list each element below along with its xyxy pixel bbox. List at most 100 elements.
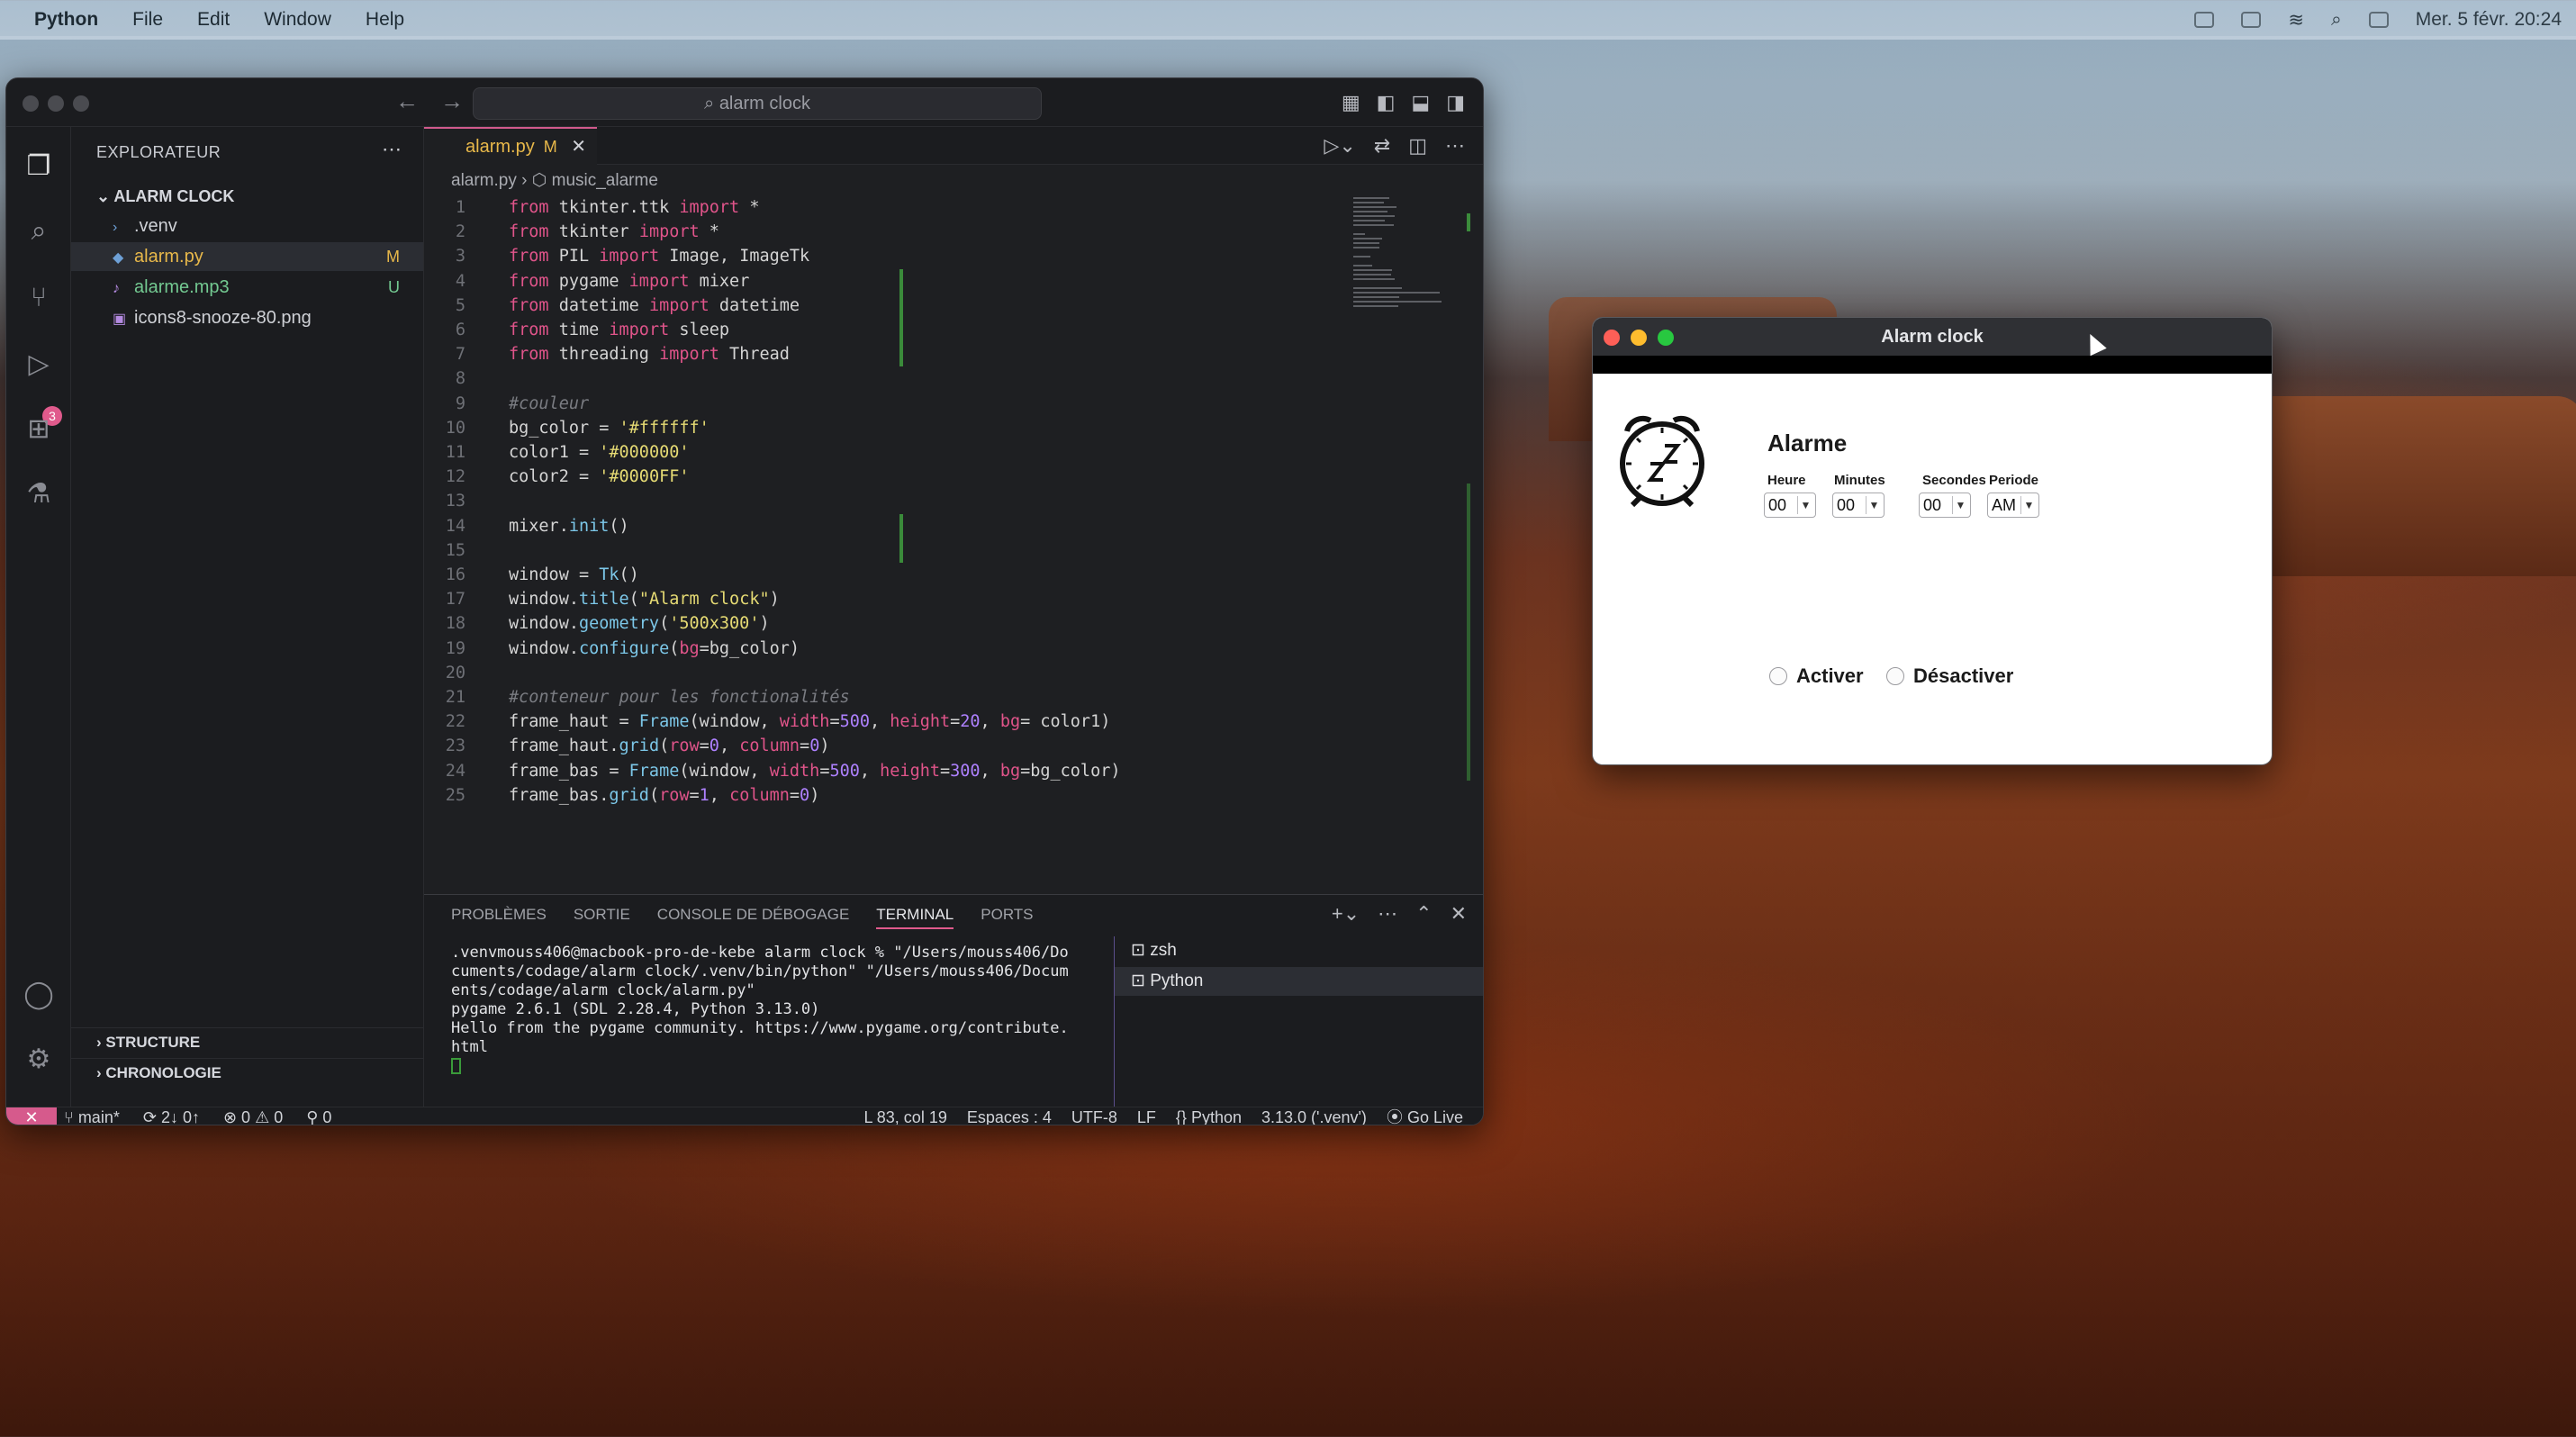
search-icon[interactable]: ⌕	[2331, 9, 2342, 31]
radio-circle[interactable]	[1886, 667, 1904, 685]
chevron-down-icon[interactable]: ▼	[1797, 496, 1813, 514]
code-line[interactable]: 6 from time import sleep	[424, 318, 1342, 342]
maximize-panel-icon[interactable]: ⌃	[1415, 902, 1432, 926]
file-venv[interactable]: › .venv	[71, 212, 423, 240]
more-icon[interactable]: ⋯	[1378, 902, 1397, 926]
menu-app[interactable]: Python	[34, 9, 98, 31]
remote-icon[interactable]: ✕	[6, 1107, 57, 1125]
code-line[interactable]: 25 frame_bas.grid(row=1, column=0)	[424, 783, 1342, 808]
split-editor-icon[interactable]: ◫	[1408, 134, 1427, 158]
radio-circle[interactable]	[1769, 667, 1787, 685]
activate-radio[interactable]: Activer	[1769, 664, 1864, 688]
testing-icon[interactable]: ⚗	[21, 476, 57, 512]
add-terminal-icon[interactable]: +⌄	[1332, 902, 1360, 926]
chevron-down-icon[interactable]: ▼	[1866, 496, 1882, 514]
code-line[interactable]: 24 frame_bas = Frame(window, width=500, h…	[424, 759, 1342, 783]
code-line[interactable]: 3 from PIL import Image, ImageTk	[424, 244, 1342, 268]
line-ending[interactable]: LF	[1137, 1107, 1156, 1125]
alarm-title-bar[interactable]: Alarm clock	[1593, 318, 2272, 356]
problems-status[interactable]: ⊗ 0 ⚠ 0	[223, 1107, 283, 1125]
minutes-combobox[interactable]: 00 ▼	[1832, 493, 1885, 518]
code-line[interactable]: 15	[424, 538, 1342, 563]
code-line[interactable]: 1 from tkinter.ttk import *	[424, 195, 1342, 220]
hour-combobox[interactable]: 00 ▼	[1764, 493, 1816, 518]
tab-debug-console[interactable]: CONSOLE DE DÉBOGAGE	[657, 906, 850, 929]
branch-status[interactable]: ⑂ main*	[64, 1107, 120, 1125]
menu-window[interactable]: Window	[264, 9, 331, 31]
search-icon[interactable]: ⌕	[21, 213, 57, 249]
tab-alarm-py[interactable]: alarm.py M ✕	[424, 127, 597, 165]
code-line[interactable]: 14 mixer.init()	[424, 514, 1342, 538]
encoding[interactable]: UTF-8	[1071, 1107, 1117, 1125]
status-icon[interactable]	[2194, 12, 2215, 28]
code-line[interactable]: 7 from threading import Thread	[424, 342, 1342, 366]
account-icon[interactable]: ◯	[21, 977, 57, 1013]
more-icon[interactable]: ⋯	[1445, 134, 1465, 158]
minimize-window-button[interactable]	[1631, 330, 1647, 346]
code-line[interactable]: 10 bg_color = '#ffffff'	[424, 416, 1342, 440]
code-line[interactable]: 11 color1 = '#000000'	[424, 440, 1342, 465]
zoom-window-button[interactable]	[1658, 330, 1674, 346]
close-panel-icon[interactable]: ✕	[1451, 902, 1467, 926]
zoom-window-button[interactable]	[73, 95, 89, 112]
code-line[interactable]: 9 #couleur	[424, 392, 1342, 416]
layout-icon[interactable]: ▦	[1342, 91, 1360, 114]
menubar-clock[interactable]: Mer. 5 févr. 20:24	[2416, 9, 2562, 31]
code-line[interactable]: 17 window.title("Alarm clock")	[424, 587, 1342, 611]
menu-help[interactable]: Help	[366, 9, 404, 31]
chevron-down-icon[interactable]: ▼	[2020, 496, 2037, 514]
code-editor[interactable]: 1 from tkinter.ttk import * 2 from tkinter …	[424, 195, 1342, 894]
tab-problems[interactable]: PROBLÈMES	[451, 906, 547, 929]
menu-edit[interactable]: Edit	[197, 9, 230, 31]
code-line[interactable]: 22 frame_haut = Frame(window, width=500, …	[424, 709, 1342, 734]
file-alarme-mp3[interactable]: ♪ alarme.mp3 U	[71, 273, 423, 302]
close-window-button[interactable]	[23, 95, 39, 112]
code-line[interactable]: 4 from pygame import mixer	[424, 269, 1342, 294]
minimap[interactable]	[1348, 197, 1470, 413]
workspace-folder[interactable]: ⌄ ALARM CLOCK	[71, 183, 423, 210]
menu-file[interactable]: File	[132, 9, 163, 31]
wifi-icon[interactable]: ≋	[2288, 9, 2304, 32]
run-icon[interactable]: ▷⌄	[1324, 134, 1355, 158]
language-mode[interactable]: {} Python	[1176, 1107, 1242, 1125]
seconds-combobox[interactable]: 00 ▼	[1919, 493, 1971, 518]
code-line[interactable]: 12 color2 = '#0000FF'	[424, 465, 1342, 489]
explorer-icon[interactable]: ❐	[21, 149, 57, 185]
file-icon-png[interactable]: ▣ icons8-snooze-80.png	[71, 303, 423, 332]
file-alarm-py[interactable]: ◆ alarm.py M	[71, 242, 423, 271]
code-line[interactable]: 20	[424, 661, 1342, 685]
code-line[interactable]: 5 from datetime import datetime	[424, 294, 1342, 318]
code-line[interactable]: 16 window = Tk()	[424, 563, 1342, 587]
structure-section[interactable]: › STRUCTURE	[71, 1027, 423, 1056]
close-icon[interactable]: ✕	[571, 129, 586, 165]
sync-status[interactable]: ⟳ 2↓ 0↑	[143, 1107, 200, 1125]
tab-output[interactable]: SORTIE	[574, 906, 630, 929]
source-control-icon[interactable]: ⑂	[21, 280, 57, 316]
tab-ports[interactable]: PORTS	[981, 906, 1033, 929]
code-line[interactable]: 21 #conteneur pour les fonctionalités	[424, 685, 1342, 709]
control-center-icon[interactable]	[2368, 12, 2389, 28]
toggle-sidebar-icon[interactable]: ◧	[1377, 91, 1396, 114]
code-line[interactable]: 18 window.geometry('500x300')	[424, 611, 1342, 636]
terminal-output[interactable]: .venvmouss406@macbook-pro-de-kebe alarm …	[451, 944, 1099, 1076]
period-combobox[interactable]: AM ▼	[1987, 493, 2039, 518]
breadcrumb-file[interactable]: alarm.py	[451, 171, 517, 190]
toggle-secondary-icon[interactable]: ◨	[1446, 91, 1465, 114]
timeline-section[interactable]: › CHRONOLOGIE	[71, 1058, 423, 1087]
chevron-down-icon[interactable]: ▼	[1952, 496, 1968, 514]
ports-status[interactable]: ⚲ 0	[306, 1107, 331, 1125]
code-line[interactable]: 13	[424, 489, 1342, 513]
code-line[interactable]: 19 window.configure(bg=bg_color)	[424, 637, 1342, 661]
battery-icon[interactable]	[2241, 12, 2262, 28]
indentation[interactable]: Espaces : 4	[967, 1107, 1052, 1125]
tab-terminal[interactable]: TERMINAL	[876, 906, 954, 929]
run-debug-icon[interactable]: ▷	[21, 347, 57, 383]
close-window-button[interactable]	[1604, 330, 1620, 346]
more-icon[interactable]: ⋯	[382, 138, 402, 161]
terminal-zsh[interactable]: ⊡ zsh	[1115, 936, 1483, 965]
forward-arrow-icon[interactable]: →	[440, 87, 464, 115]
settings-gear-icon[interactable]: ⚙	[21, 1042, 57, 1078]
back-arrow-icon[interactable]: ←	[395, 87, 419, 115]
compare-icon[interactable]: ⇄	[1374, 134, 1390, 158]
extensions-icon[interactable]: ⊞	[21, 411, 57, 447]
